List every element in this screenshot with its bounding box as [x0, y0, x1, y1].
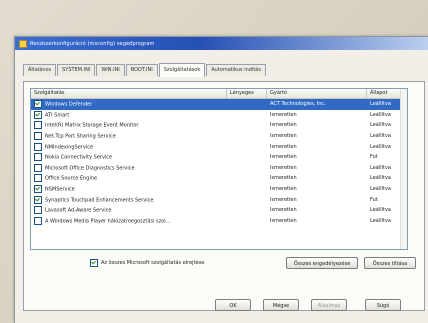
- service-name-cell: Intel(R) Matrix Storage Event Monitor: [31, 121, 227, 130]
- hide-microsoft-checkbox[interactable]: [90, 259, 98, 267]
- service-name-cell: Office Source Engine: [31, 174, 227, 183]
- service-name-cell: Lavasoft Ad-Aware Service: [31, 206, 227, 215]
- service-name-cell: Synaptics Touchpad Enhancements Service: [31, 195, 227, 204]
- service-vendor: Ismeretlen: [270, 196, 297, 203]
- service-checkbox[interactable]: [34, 216, 42, 225]
- enable-all-button[interactable]: Összes engedélyezése: [286, 257, 358, 269]
- service-name: Microsoft Office Diagnostics Service: [45, 165, 135, 172]
- service-name-cell: Microsoft Office Diagnostics Service: [31, 163, 227, 172]
- service-row[interactable]: A Windows Media Player hálózatmegosztási…: [31, 216, 407, 227]
- service-row[interactable]: Office Source Engine Ismeretlen Leállítva: [31, 173, 407, 184]
- service-checkbox[interactable]: [34, 185, 42, 194]
- service-name-cell: A Windows Media Player hálózatmegosztási…: [31, 216, 227, 225]
- app-icon: [19, 39, 27, 48]
- msconfig-window: Rendszerkonfiguráció (msconfig) segédpro…: [14, 36, 428, 323]
- service-name-cell: Nokia Connectivity Service: [31, 153, 227, 162]
- service-vendor: Ismeretlen: [270, 175, 297, 182]
- column-header-essential[interactable]: Lényeges: [227, 89, 267, 98]
- help-button[interactable]: Súgó: [365, 299, 401, 311]
- service-name: Net.Tcp Port Sharing Service: [45, 133, 116, 140]
- service-checkbox[interactable]: [34, 100, 42, 109]
- cancel-button[interactable]: Mégse: [263, 299, 299, 311]
- column-header-service[interactable]: Szolgáltatás: [31, 89, 227, 98]
- tab-general[interactable]: Általános: [23, 64, 57, 76]
- service-name: Lavasoft Ad-Aware Service: [45, 207, 112, 214]
- service-row[interactable]: ATI Smart Ismeretlen Leállítva: [31, 110, 407, 121]
- service-row[interactable]: NSMService Ismeretlen Leállítva: [31, 184, 407, 195]
- service-vendor: Ismeretlen: [270, 207, 297, 214]
- service-checkbox[interactable]: [34, 163, 42, 172]
- service-vendor: Ismeretlen: [270, 154, 297, 161]
- dialog-buttons: OK Mégse Alkalmaz Súgó: [15, 299, 428, 313]
- service-name-cell: NMIndexingService: [31, 142, 227, 151]
- service-name: NSMService: [45, 186, 75, 193]
- list-header: Szolgáltatás Lényeges Gyártó Állapot: [31, 89, 407, 99]
- tab-services[interactable]: Szolgáltatások: [158, 63, 206, 77]
- disable-all-button[interactable]: Összes tiltása: [364, 257, 416, 269]
- service-name-cell: Windows Defender: [31, 100, 227, 109]
- list-options-row: Az összes Microsoft szolgáltatás elrejté…: [30, 256, 422, 270]
- column-header-vendor[interactable]: Gyártó: [267, 89, 367, 98]
- service-checkbox[interactable]: [34, 206, 42, 215]
- tab-win-ini[interactable]: WIN.INI: [96, 64, 125, 76]
- service-checkbox[interactable]: [34, 121, 42, 130]
- service-checkbox[interactable]: [34, 153, 42, 162]
- service-vendor: ACT Technologies, Inc.: [270, 101, 326, 108]
- service-name: Windows Defender: [45, 101, 93, 108]
- service-row[interactable]: Synaptics Touchpad Enhancements Service I…: [31, 194, 407, 205]
- service-vendor: Ismeretlen: [270, 217, 297, 224]
- ok-button[interactable]: OK: [215, 299, 251, 311]
- service-row[interactable]: Windows Defender ACT Technologies, Inc. Le…: [31, 99, 407, 110]
- service-vendor: Ismeretlen: [270, 164, 297, 171]
- service-checkbox[interactable]: [34, 142, 42, 151]
- apply-button[interactable]: Alkalmaz: [311, 299, 347, 311]
- hide-microsoft-option[interactable]: Az összes Microsoft szolgáltatás elrejté…: [90, 259, 204, 267]
- service-row[interactable]: Microsoft Office Diagnostics Service Isme…: [31, 163, 407, 174]
- service-name-cell: NSMService: [31, 185, 227, 194]
- vertical-scrollbar[interactable]: [400, 89, 407, 249]
- service-row[interactable]: Net.Tcp Port Sharing Service Ismeretlen Le…: [31, 131, 407, 142]
- services-panel: Szolgáltatás Lényeges Gyártó Állapot Win…: [23, 81, 425, 311]
- tab-system-ini[interactable]: SYSTEM.INI: [57, 64, 96, 76]
- service-name-cell: Net.Tcp Port Sharing Service: [31, 132, 227, 141]
- services-list[interactable]: Szolgáltatás Lényeges Gyártó Állapot Win…: [30, 88, 408, 250]
- service-name: NMIndexingService: [45, 144, 94, 151]
- service-row[interactable]: NMIndexingService Ismeretlen Leállítva: [31, 141, 407, 152]
- service-vendor: Ismeretlen: [270, 143, 297, 150]
- service-row[interactable]: Lavasoft Ad-Aware Service Ismeretlen Leáll…: [31, 205, 407, 216]
- tab-startup[interactable]: Automatikus indítás: [206, 64, 266, 76]
- title-bar[interactable]: Rendszerkonfiguráció (msconfig) segédpro…: [15, 37, 428, 50]
- service-row[interactable]: Nokia Connectivity Service Ismeretlen Fut: [31, 152, 407, 163]
- service-name: ATI Smart: [45, 112, 70, 119]
- service-vendor: Ismeretlen: [270, 122, 297, 129]
- service-name: Nokia Connectivity Service: [45, 154, 113, 161]
- window-title: Rendszerkonfiguráció (msconfig) segédpro…: [30, 40, 155, 47]
- service-name: Synaptics Touchpad Enhancements Service: [45, 197, 154, 204]
- hide-microsoft-label: Az összes Microsoft szolgáltatás elrejté…: [101, 260, 205, 266]
- service-name: A Windows Media Player hálózatmegosztási…: [45, 218, 171, 225]
- list-rows: Windows Defender ACT Technologies, Inc. Le…: [31, 99, 407, 226]
- service-vendor: Ismeretlen: [270, 186, 297, 193]
- tab-strip: Általános SYSTEM.INI WIN.INI BOOT.INI Sz…: [23, 62, 267, 77]
- service-checkbox[interactable]: [34, 195, 42, 204]
- service-checkbox[interactable]: [34, 174, 42, 183]
- service-vendor: Ismeretlen: [270, 111, 297, 118]
- service-row[interactable]: Intel(R) Matrix Storage Event Monitor Ism…: [31, 120, 407, 131]
- tab-boot-ini[interactable]: BOOT.INI: [125, 64, 158, 76]
- service-checkbox[interactable]: [34, 110, 42, 119]
- service-name: Office Source Engine: [45, 175, 98, 182]
- service-name-cell: ATI Smart: [31, 110, 227, 119]
- service-vendor: Ismeretlen: [270, 133, 297, 140]
- service-checkbox[interactable]: [34, 132, 42, 141]
- service-name: Intel(R) Matrix Storage Event Monitor: [45, 122, 139, 129]
